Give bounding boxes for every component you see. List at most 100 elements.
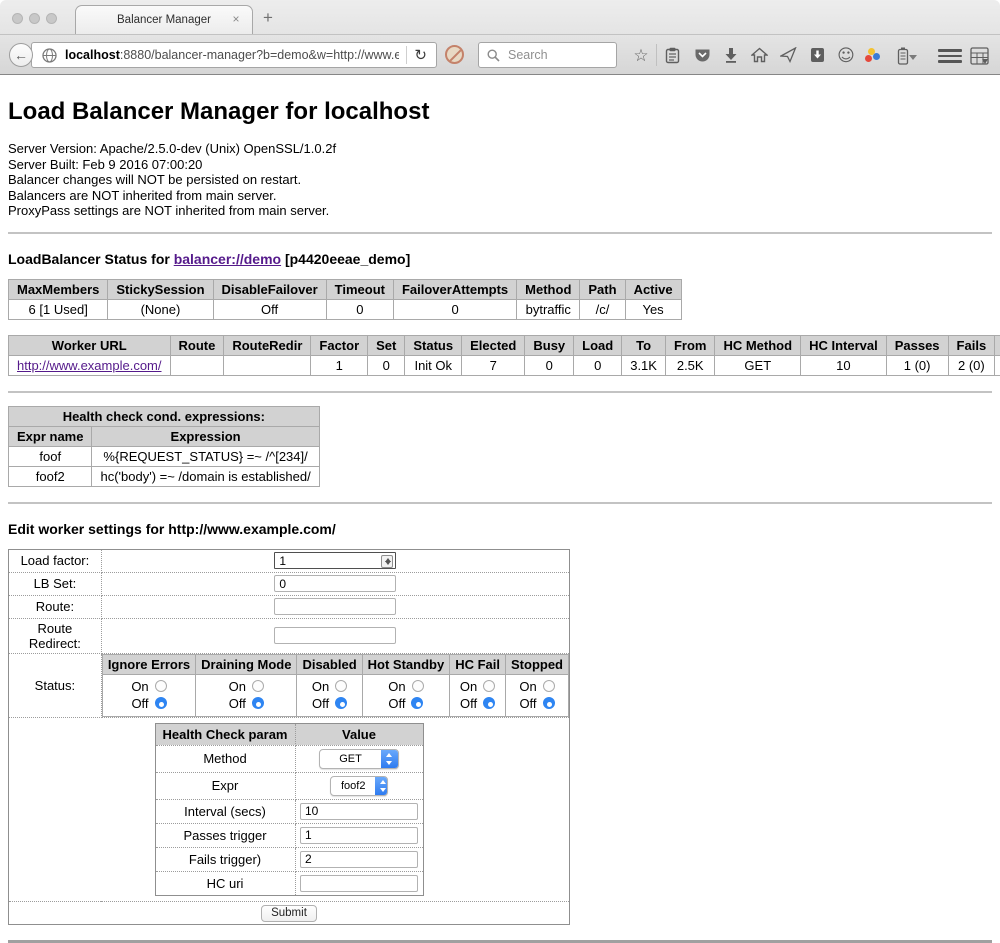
feedback-smiley-icon[interactable]: ☺ <box>836 47 856 65</box>
stopped-on-radio[interactable] <box>543 680 555 692</box>
active-cell: Yes <box>625 299 681 319</box>
column-header: DisableFailover <box>213 279 326 299</box>
search-input[interactable] <box>506 47 596 63</box>
home-icon[interactable] <box>749 47 769 65</box>
url-bar[interactable]: localhost:8880/balancer-manager?b=demo&w… <box>31 42 437 68</box>
worker-settings-form: Load factor: LB Set: Route: Route Redire… <box>8 549 570 925</box>
bottom-divider <box>8 940 992 943</box>
table-header-row: Health Check param Value <box>155 723 423 745</box>
bookmark-star-icon[interactable]: ☆ <box>631 47 651 65</box>
method-label: Method <box>155 745 295 772</box>
menu-hamburger-icon[interactable] <box>938 49 962 63</box>
pocket-save-icon[interactable] <box>807 47 827 65</box>
submit-button[interactable]: Submit <box>261 905 317 922</box>
column-header: Hot Standby <box>362 654 450 674</box>
new-tab-button[interactable]: + <box>258 8 278 28</box>
hot-standby-on-radio[interactable] <box>412 680 424 692</box>
lb-set-input[interactable] <box>274 575 396 592</box>
column-header: To <box>622 335 666 355</box>
status-label: Status: <box>9 653 102 717</box>
reload-icon[interactable]: ↻ <box>414 46 427 64</box>
hc-fail-on-radio[interactable] <box>483 680 495 692</box>
number-stepper-icon[interactable] <box>381 555 393 568</box>
ignore-errors-off-radio[interactable] <box>155 697 167 709</box>
hc-expressions-title: Health check cond. expressions: <box>9 406 320 426</box>
stopped-off-radio[interactable] <box>543 697 555 709</box>
send-plane-icon[interactable] <box>778 47 798 65</box>
balancer-manager-page: Load Balancer Manager for localhost Serv… <box>0 98 1000 943</box>
column-header: Active <box>625 279 681 299</box>
server-version-line: Server Version: Apache/2.5.0-dev (Unix) … <box>8 141 992 157</box>
table-row: 6 [1 Used] (None) Off 0 0 bytraffic /c/ … <box>9 299 682 319</box>
download-icon[interactable] <box>721 47 741 65</box>
column-header: Timeout <box>326 279 393 299</box>
column-header: Path <box>580 279 625 299</box>
window-minimize-button[interactable] <box>29 13 40 24</box>
expr-label: Expr <box>155 772 295 799</box>
column-header: Worker URL <box>9 335 171 355</box>
browser-tab[interactable]: Balancer Manager × <box>75 5 253 34</box>
divider <box>8 502 992 504</box>
column-header: HC Interval <box>801 335 887 355</box>
ignore-errors-on-radio[interactable] <box>155 680 167 692</box>
hc-method-cell: GET <box>715 355 801 375</box>
balancer-demo-link[interactable]: balancer://demo <box>174 251 281 267</box>
pocket-icon[interactable] <box>692 47 712 65</box>
column-header: Stopped <box>506 654 569 674</box>
back-button[interactable]: ← <box>9 43 33 67</box>
blocked-plugin-icon[interactable] <box>445 45 464 64</box>
off-label: Off <box>519 695 536 712</box>
proxypass-note-line: ProxyPass settings are NOT inherited fro… <box>8 203 992 219</box>
interval-input[interactable] <box>300 803 418 820</box>
expr-row: Expr foof2 <box>155 772 423 799</box>
fails-input[interactable] <box>300 851 418 868</box>
column-header: HC Method <box>715 335 801 355</box>
status-heading-prefix: LoadBalancer Status for <box>8 251 174 267</box>
load-factor-input[interactable] <box>274 552 396 569</box>
search-bar[interactable] <box>478 42 617 68</box>
expr-name-cell: foof <box>9 446 92 466</box>
expr-row: foof2 hc('body') =~ /domain is establish… <box>9 466 320 486</box>
bookmarks-clipboard-icon[interactable] <box>662 47 682 65</box>
column-header: Expr name <box>9 426 92 446</box>
hc-fail-off-radio[interactable] <box>483 697 495 709</box>
route-cell <box>170 355 224 375</box>
column-header: Draining Mode <box>196 654 297 674</box>
column-header: Set <box>368 335 405 355</box>
tab-close-icon[interactable]: × <box>229 12 243 26</box>
windows-grid-icon[interactable] <box>969 47 989 65</box>
colorways-icon[interactable] <box>865 48 883 64</box>
hot-standby-cell: On Off <box>362 674 450 716</box>
on-label: On <box>519 678 536 695</box>
disabled-off-radio[interactable] <box>335 697 347 709</box>
hc-uri-input[interactable] <box>300 875 418 892</box>
tab-title: Balancer Manager <box>117 14 211 26</box>
column-header: Factor <box>311 335 368 355</box>
expr-value-cell: hc('body') =~ /domain is established/ <box>92 466 319 486</box>
draining-mode-off-radio[interactable] <box>252 697 264 709</box>
window-close-button[interactable] <box>12 13 23 24</box>
disabled-cell: On Off <box>297 674 362 716</box>
route-input[interactable] <box>274 598 396 615</box>
method-select[interactable]: GET <box>319 749 399 769</box>
draining-mode-on-radio[interactable] <box>252 680 264 692</box>
window-zoom-button[interactable] <box>46 13 57 24</box>
page-title: Load Balancer Manager for localhost <box>8 98 992 126</box>
column-header: Busy <box>525 335 574 355</box>
status-row: Status: Ignore Errors Draining Mode Disa… <box>9 653 570 717</box>
hot-standby-off-radio[interactable] <box>411 697 423 709</box>
server-built-line: Server Built: Feb 9 2016 07:00:20 <box>8 157 992 173</box>
disabled-on-radio[interactable] <box>335 680 347 692</box>
passes-input[interactable] <box>300 827 418 844</box>
method-select-value: GET <box>320 750 381 768</box>
expr-select[interactable]: foof2 <box>330 776 388 796</box>
worker-url-link[interactable]: http://www.example.com/ <box>17 358 162 373</box>
route-redirect-input[interactable] <box>274 627 396 644</box>
on-label: On <box>388 678 405 695</box>
chevron-down-icon[interactable] <box>909 55 917 60</box>
balancer-status-table: MaxMembers StickySession DisableFailover… <box>8 279 682 320</box>
column-header: Method <box>517 279 580 299</box>
column-header: HC uri <box>995 335 1000 355</box>
hc-expressions-table: Health check cond. expressions: Expr nam… <box>8 406 320 487</box>
on-label: On <box>131 678 148 695</box>
